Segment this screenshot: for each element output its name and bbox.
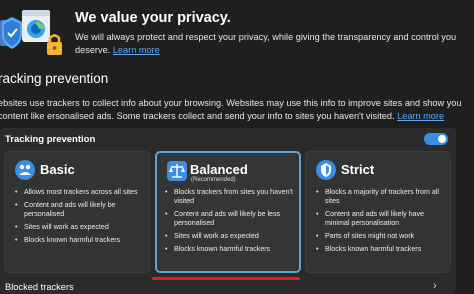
strict-title: Strict [341,162,375,177]
list-item: Content and ads will likely be less pers… [165,210,295,228]
balanced-level-icon [167,161,187,181]
balanced-feature-list: Blocks trackers from sites you haven't v… [165,188,295,258]
blocked-trackers-label: Blocked trackers [5,282,74,292]
list-item: Content and ads will likely have minimal… [316,210,446,228]
list-item: Blocks trackers from sites you haven't v… [165,188,295,206]
list-item: Sites will work as expected [165,232,295,241]
basic-title: Basic [40,162,75,177]
recommended-label: (Recommended) [191,177,236,183]
balanced-level-card[interactable]: Balanced (Recommended) Blocks trackers f… [155,151,301,273]
list-item: Blocks known harmful trackers [165,245,295,254]
list-item: Blocks known harmful trackers [15,236,145,245]
basic-feature-list: Allows most trackers across all sites Co… [15,188,145,249]
blocked-trackers-row[interactable]: Blocked trackers › [0,279,456,294]
strict-level-icon [316,160,336,180]
tracking-prevention-label: Tracking prevention [5,134,96,145]
strict-feature-list: Blocks a majority of trackers from all s… [316,188,446,258]
strict-level-card[interactable]: Strict Blocks a majority of trackers fro… [305,151,451,273]
privacy-description: We will always protect and respect your … [75,31,470,56]
settings-page: We value your privacy. We will always pr… [0,0,474,294]
tracking-prevention-toggle[interactable] [424,133,448,145]
list-item: Parts of sites might not work [316,232,446,241]
balanced-title: Balanced [190,162,248,177]
privacy-illustration-icon [0,10,62,55]
tracking-learn-more-link[interactable]: Learn more [397,111,444,121]
basic-level-icon [15,160,35,180]
list-item: Sites will work as expected [15,223,145,232]
list-item: Blocks known harmful trackers [316,245,446,254]
tracking-description-text: ebsites use trackers to collect info abo… [0,98,462,121]
list-item: Allows most trackers across all sites [15,188,145,197]
tracking-prevention-heading: racking prevention [0,71,109,86]
toggle-knob [438,135,446,143]
privacy-learn-more-link[interactable]: Learn more [113,45,160,55]
list-item: Blocks a majority of trackers from all s… [316,188,446,206]
basic-level-card[interactable]: Basic Allows most trackers across all si… [4,151,150,273]
tracking-description: ebsites use trackers to collect info abo… [0,97,474,122]
chevron-right-icon: › [433,280,437,292]
list-item: Content and ads will likely be personali… [15,201,145,219]
privacy-title: We value your privacy. [75,10,231,26]
